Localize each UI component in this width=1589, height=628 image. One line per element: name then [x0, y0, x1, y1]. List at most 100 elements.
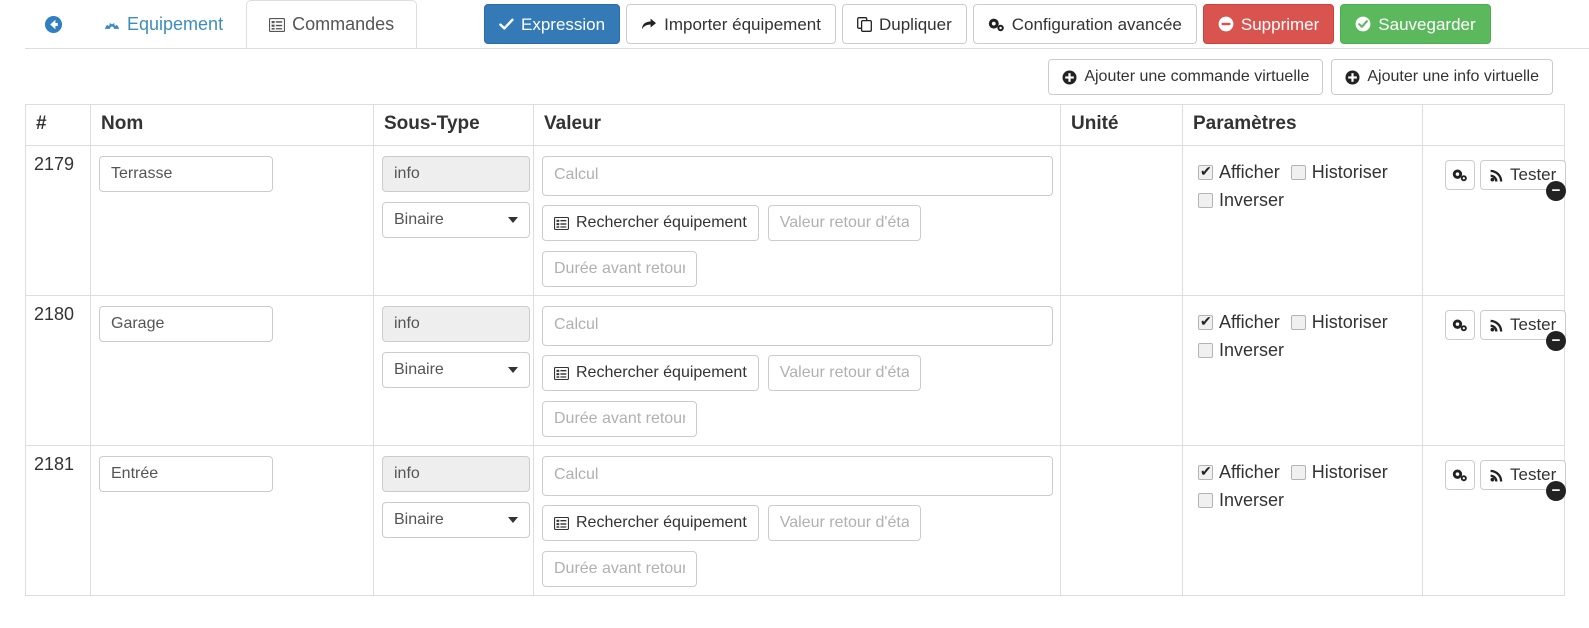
- duration-before-return-input[interactable]: [542, 551, 697, 587]
- commands-table-body: 2179 info Binaire Rechercher équipement Affi…: [25, 145, 1567, 596]
- calcul-textarea[interactable]: [542, 156, 1053, 196]
- tab-commandes[interactable]: Commandes: [246, 0, 418, 49]
- value-return-input[interactable]: [767, 505, 921, 541]
- list-alt-icon: [554, 216, 569, 230]
- add-virtual-info-button[interactable]: Ajouter une info virtuelle: [1331, 59, 1553, 95]
- calcul-textarea[interactable]: [542, 456, 1053, 496]
- advanced-config-label: Configuration avancée: [1011, 14, 1182, 34]
- share-icon: [641, 17, 657, 31]
- save-button[interactable]: Sauvegarder: [1340, 4, 1491, 44]
- table-row: 2179 info Binaire Rechercher équipement Affi…: [25, 145, 1567, 296]
- value-return-input[interactable]: [767, 205, 921, 241]
- advanced-config-button[interactable]: Configuration avancée: [972, 4, 1197, 44]
- subtype-select-value: Binaire: [394, 511, 444, 528]
- cell-unite: [1060, 295, 1183, 446]
- search-equipment-button[interactable]: Rechercher équipement: [542, 355, 759, 391]
- historiser-checkbox[interactable]: [1290, 164, 1306, 180]
- row-id: 2179: [25, 145, 91, 296]
- cell-nom: [90, 445, 374, 596]
- tab-equipement-label: Equipement: [127, 13, 224, 34]
- table-row: 2181 info Binaire Rechercher équipement Affi…: [25, 445, 1567, 596]
- column-header-valeur: Valeur: [533, 104, 1061, 146]
- cell-soustype: info Binaire: [373, 145, 534, 296]
- subtype-select[interactable]: Binaire: [382, 202, 530, 238]
- afficher-label: Afficher: [1219, 462, 1280, 482]
- add-virtual-toolbar: Ajouter une commande virtuelle Ajouter u…: [1048, 59, 1553, 95]
- minus-circle-icon: −: [1551, 181, 1561, 199]
- inverser-checkbox[interactable]: [1198, 192, 1213, 208]
- minus-circle-icon: −: [1551, 481, 1561, 499]
- historiser-label: Historiser: [1311, 162, 1388, 182]
- column-header-soustype: Sous-Type: [373, 104, 534, 146]
- subtype-select-value: Binaire: [394, 211, 444, 228]
- minus-circle-icon: −: [1551, 331, 1561, 349]
- list-alt-icon: [554, 366, 569, 380]
- list-alt-icon: [554, 516, 569, 530]
- search-equipment-button[interactable]: Rechercher équipement: [542, 205, 759, 241]
- commands-table-wrapper: # Nom Sous-Type Valeur Unité Paramètres …: [25, 104, 1567, 596]
- row-config-button[interactable]: [1445, 460, 1475, 490]
- expression-button[interactable]: Expression: [484, 4, 621, 44]
- subtype-select[interactable]: Binaire: [382, 352, 530, 388]
- parameters-group: Afficher Historiser Inverser: [1191, 454, 1422, 509]
- add-virtual-command-label: Ajouter une commande virtuelle: [1084, 68, 1310, 85]
- afficher-checkbox[interactable]: [1198, 463, 1213, 480]
- cell-valeur: Rechercher équipement: [533, 295, 1061, 446]
- import-equipment-label: Importer équipement: [664, 14, 821, 34]
- type-display: info: [382, 456, 530, 492]
- chevron-down-icon: [508, 367, 518, 373]
- top-bar: Equipement Commandes Expression Importer…: [0, 0, 1589, 50]
- tab-commandes-label: Commandes: [292, 14, 395, 34]
- afficher-label: Afficher: [1219, 162, 1280, 182]
- value-return-input[interactable]: [767, 355, 921, 391]
- check-circle-icon: [1355, 16, 1371, 32]
- cell-valeur: Rechercher équipement: [533, 445, 1061, 596]
- remove-row-button[interactable]: −: [1546, 481, 1566, 501]
- tab-equipement[interactable]: Equipement: [81, 0, 246, 48]
- cell-actions: Tester −: [1422, 145, 1567, 296]
- duration-before-return-input[interactable]: [542, 251, 697, 287]
- cogs-icon: [1452, 468, 1468, 482]
- afficher-checkbox[interactable]: [1198, 313, 1213, 330]
- duration-before-return-input[interactable]: [542, 401, 697, 437]
- remove-row-button[interactable]: −: [1546, 181, 1566, 201]
- calcul-textarea[interactable]: [542, 306, 1053, 346]
- parameters-row-2: Inverser: [1198, 491, 1422, 509]
- plus-circle-icon: [1345, 70, 1360, 85]
- search-equipment-button[interactable]: Rechercher équipement: [542, 505, 759, 541]
- column-header-actions: [1422, 104, 1565, 146]
- name-input[interactable]: [99, 306, 273, 342]
- row-config-button[interactable]: [1445, 160, 1475, 190]
- historiser-checkbox[interactable]: [1290, 464, 1306, 480]
- duplicate-button-label: Dupliquer: [878, 14, 952, 34]
- historiser-checkbox[interactable]: [1290, 314, 1306, 330]
- cogs-icon: [1452, 168, 1468, 182]
- parameters-row-1: Afficher Historiser: [1198, 163, 1422, 181]
- inverser-checkbox[interactable]: [1198, 492, 1213, 508]
- search-equipment-label: Rechercher équipement: [576, 214, 747, 231]
- add-virtual-command-button[interactable]: Ajouter une commande virtuelle: [1048, 59, 1324, 95]
- action-toolbar: Expression Importer équipement Dupliquer: [484, 4, 1491, 44]
- cell-unite: [1060, 445, 1183, 596]
- column-header-nom: Nom: [90, 104, 374, 146]
- subtype-select[interactable]: Binaire: [382, 502, 530, 538]
- table-row: 2180 info Binaire Rechercher équipement Affi…: [25, 295, 1567, 446]
- row-actions: Tester −: [1431, 154, 1567, 201]
- subtype-select-value: Binaire: [394, 361, 444, 378]
- back-circle-icon[interactable]: [25, 0, 81, 48]
- copy-icon: [857, 16, 872, 32]
- remove-row-button[interactable]: −: [1546, 331, 1566, 351]
- column-header-parametres: Paramètres: [1182, 104, 1423, 146]
- cell-valeur: Rechercher équipement: [533, 145, 1061, 296]
- parameters-row-1: Afficher Historiser: [1198, 463, 1422, 481]
- import-equipment-button[interactable]: Importer équipement: [626, 4, 836, 44]
- cell-unite: [1060, 145, 1183, 296]
- row-config-button[interactable]: [1445, 310, 1475, 340]
- delete-button[interactable]: Supprimer: [1202, 4, 1335, 44]
- name-input[interactable]: [99, 156, 273, 192]
- name-input[interactable]: [99, 456, 273, 492]
- afficher-checkbox[interactable]: [1198, 163, 1213, 180]
- duplicate-button[interactable]: Dupliquer: [841, 4, 967, 44]
- row-actions: Tester −: [1431, 304, 1567, 351]
- inverser-checkbox[interactable]: [1198, 342, 1213, 358]
